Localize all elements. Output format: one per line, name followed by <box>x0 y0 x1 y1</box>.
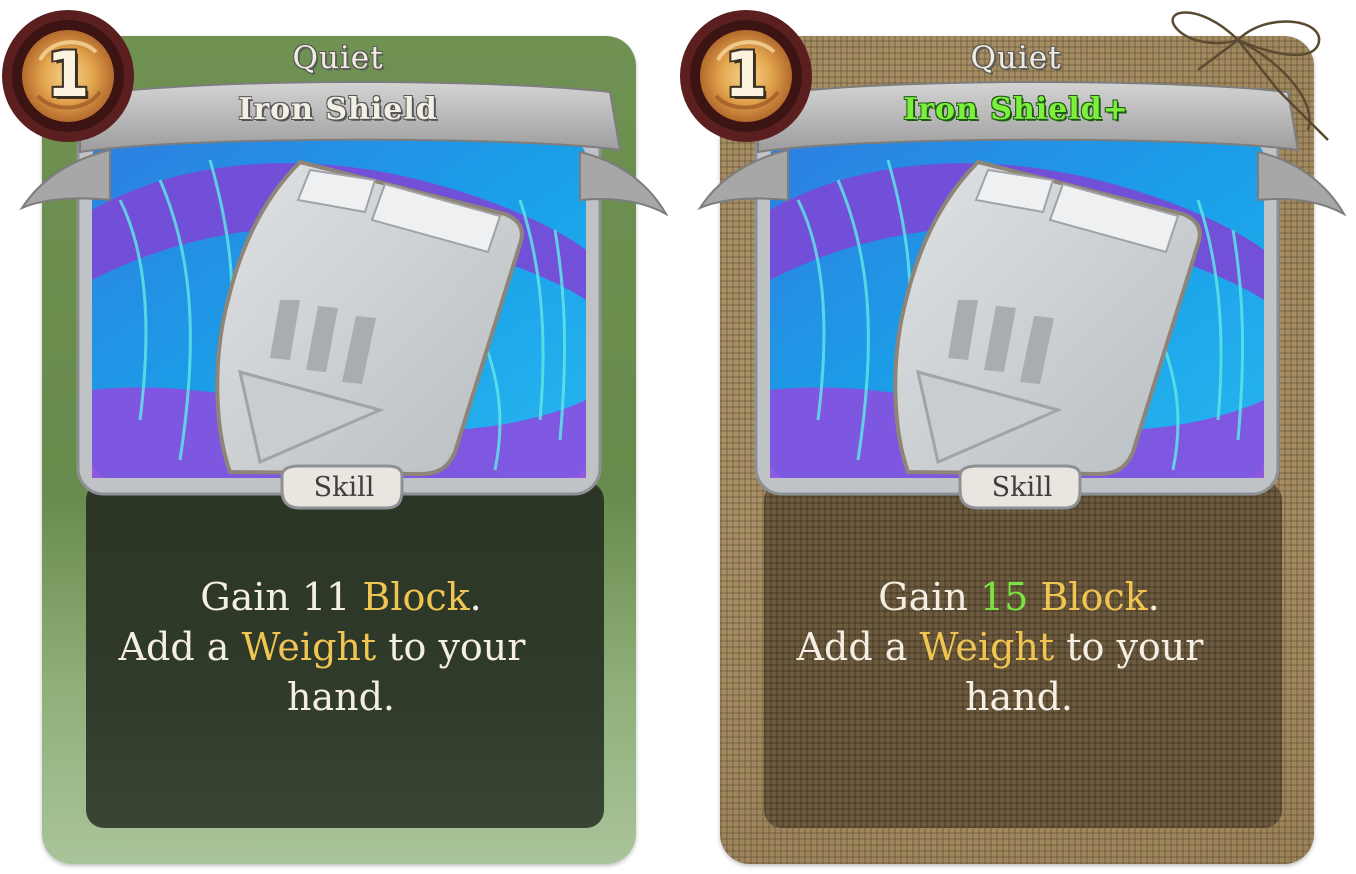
card-type-label: Skill <box>991 472 1053 503</box>
text-add-a: Add a <box>796 625 920 669</box>
description-line-2: Add a Weight to your <box>726 622 1274 672</box>
owner-label: Quiet <box>970 40 1062 76</box>
text-to-your: to your <box>1054 625 1204 669</box>
card-description: Gain 15 Block. Add a Weight to your hand… <box>764 572 1274 722</box>
keyword-weight: Weight <box>919 625 1055 669</box>
description-line-3: hand. <box>286 675 395 719</box>
text-gain: Gain <box>200 575 302 619</box>
description-line-1: Gain 11 Block. <box>86 572 596 622</box>
description-line-1: Gain 15 Block. <box>764 572 1274 622</box>
card-type-label: Skill <box>313 472 375 503</box>
card-iron-shield[interactable]: 1 Quiet Iron Shield Skill Gain 11 Block.… <box>0 0 678 874</box>
description-line-2: Add a Weight to your <box>48 622 596 672</box>
block-amount-base: 11 <box>301 575 351 619</box>
card-description: Gain 11 Block. Add a Weight to your hand… <box>86 572 596 722</box>
text-add-a: Add a <box>118 625 242 669</box>
block-amount-upgraded: 15 <box>979 575 1029 619</box>
card-artwork <box>2 10 669 510</box>
keyword-block: Block <box>350 575 470 619</box>
card-artwork <box>680 10 1347 510</box>
text-gain: Gain <box>878 575 980 619</box>
text-period: . <box>469 575 482 619</box>
description-line-3: hand. <box>964 675 1073 719</box>
card-title: Iron Shield+ <box>903 92 1129 127</box>
keyword-block: Block <box>1028 575 1148 619</box>
text-period: . <box>1147 575 1160 619</box>
keyword-weight: Weight <box>241 625 377 669</box>
text-to-your: to your <box>376 625 526 669</box>
card-iron-shield-plus[interactable]: 1 Quiet Iron Shield+ Skill Gain 15 Block… <box>678 0 1356 874</box>
owner-label: Quiet <box>292 40 384 76</box>
card-title: Iron Shield <box>238 92 438 127</box>
